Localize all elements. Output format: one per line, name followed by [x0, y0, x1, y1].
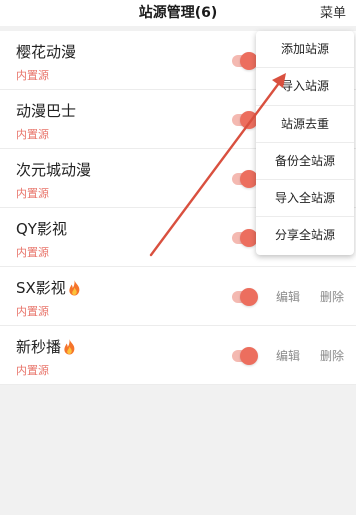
enable-toggle[interactable]	[232, 111, 258, 129]
enable-toggle[interactable]	[232, 170, 258, 188]
menu-item-backup-all[interactable]: 备份全站源	[256, 143, 354, 181]
edit-button[interactable]: 编辑	[276, 347, 300, 364]
enable-toggle[interactable]	[232, 52, 258, 70]
source-type: 内置源	[16, 305, 49, 318]
menu-item-import-source[interactable]: 导入站源	[256, 68, 354, 106]
source-name: QY影视	[16, 220, 67, 238]
dropdown-menu: 添加站源 导入站源 站源去重 备份全站源 导入全站源 分享全站源	[256, 31, 354, 255]
source-type: 内置源	[16, 128, 49, 141]
app-header: 站源管理(6) 菜单	[0, 0, 356, 26]
source-type: 内置源	[16, 69, 49, 82]
list-item[interactable]: 新秒播 内置源 编辑 删除	[0, 326, 356, 385]
source-type: 内置源	[16, 246, 49, 259]
menu-item-import-all[interactable]: 导入全站源	[256, 180, 354, 218]
delete-button[interactable]: 删除	[320, 288, 344, 305]
enable-toggle[interactable]	[232, 229, 258, 247]
source-type: 内置源	[16, 364, 49, 377]
list-item[interactable]: SX影视 内置源 编辑 删除	[0, 267, 356, 326]
menu-item-dedupe-sources[interactable]: 站源去重	[256, 106, 354, 143]
enable-toggle[interactable]	[232, 288, 258, 306]
menu-button[interactable]: 菜单	[320, 2, 346, 21]
page-title: 站源管理(6)	[138, 5, 218, 21]
delete-button[interactable]: 删除	[320, 347, 344, 364]
source-name: 樱花动漫	[16, 43, 77, 61]
menu-item-add-source[interactable]: 添加站源	[256, 31, 354, 69]
toggle-knob	[240, 347, 258, 365]
menu-item-share-all[interactable]: 分享全站源	[256, 217, 354, 254]
source-name: 动漫巴士	[16, 102, 77, 120]
source-name: 新秒播	[16, 336, 76, 357]
edit-button[interactable]: 编辑	[276, 288, 300, 305]
source-name: 次元城动漫	[16, 161, 92, 179]
toggle-knob	[240, 288, 258, 306]
enable-toggle[interactable]	[232, 347, 258, 365]
source-name: SX影视	[16, 277, 81, 298]
source-type: 内置源	[16, 187, 49, 200]
fire-icon	[64, 338, 75, 354]
fire-icon	[69, 279, 80, 295]
